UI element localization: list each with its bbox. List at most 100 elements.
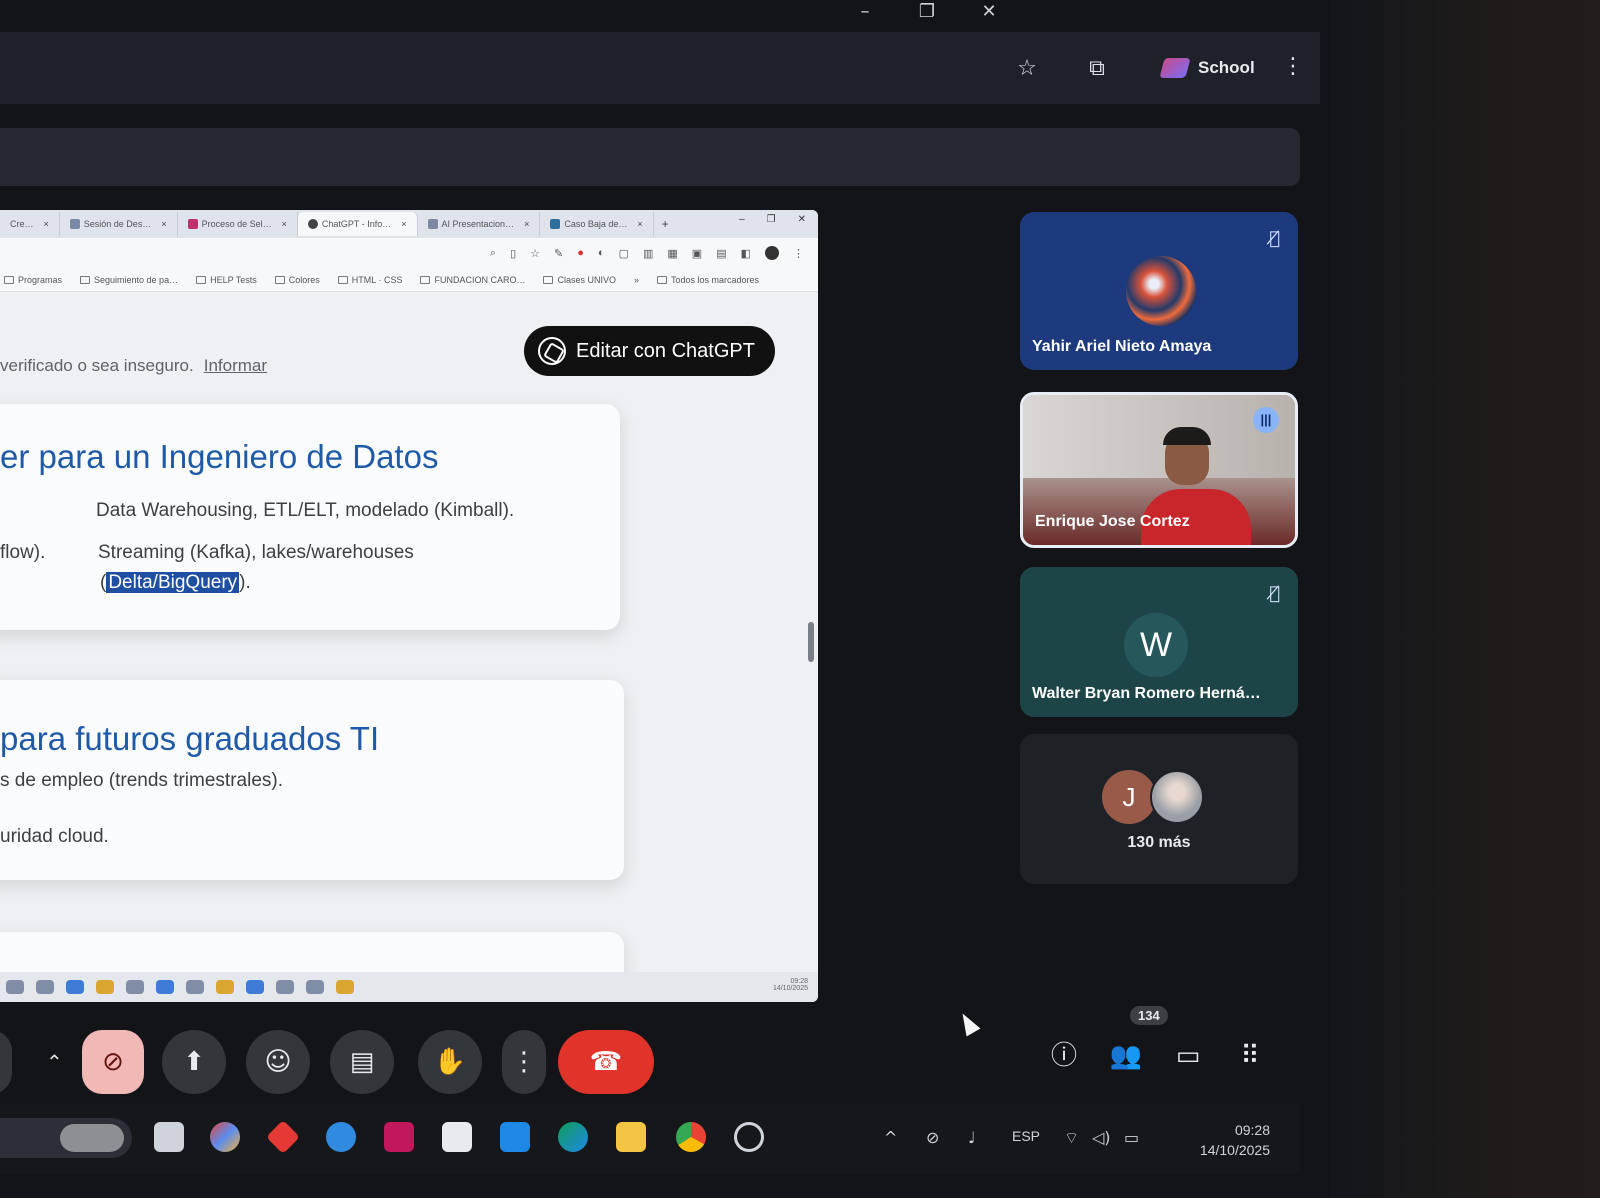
language-indicator[interactable]: ESP [1012,1128,1040,1144]
mic-button[interactable] [0,1030,12,1094]
close-button[interactable]: ✕ [958,0,1020,24]
bookmark-item: Todos los marcadores [657,275,759,285]
avatar: W [1124,613,1188,677]
more-participants-tile[interactable]: J 130 más [1020,734,1298,884]
shared-tab: Caso Baja de… × [540,212,654,236]
star-icon: ☆ [530,247,541,260]
adblock-icon: ● [577,247,584,259]
shared-tab: AI Presentacion… × [418,212,541,236]
chevron-up-icon[interactable]: ⌃ [46,1034,76,1090]
extension-icon: ◐ [597,247,605,259]
mic-off-icon: 🎙̸ [1269,228,1280,249]
warning-text: verificado o sea inseguro. Informar [0,356,268,375]
rocket-avatar-icon [1126,256,1196,326]
reactions-button[interactable]: ☺ [246,1030,310,1094]
speaking-indicator-icon: ||| [1253,407,1279,433]
app-icon[interactable] [734,1122,764,1152]
edge-icon[interactable] [558,1122,588,1152]
chrome-icon[interactable] [676,1122,706,1152]
people-icon[interactable]: 👥 [1104,1034,1148,1078]
task-view-icon[interactable] [154,1122,184,1152]
app-icon[interactable] [266,1120,300,1154]
participant-tile[interactable]: 🎙̸ Yahir Ariel Nieto Amaya [1020,212,1298,370]
browser-icon[interactable] [326,1122,356,1152]
app-icon[interactable] [384,1122,414,1152]
card-heading: er para un Ingeniero de Datos [0,438,439,475]
shared-clock: 09:28 14/10/2025 [772,978,808,992]
shared-taskbar: 09:28 14/10/2025 [0,972,818,1002]
avatar-photo [1150,770,1204,824]
meeting-info-icon[interactable]: ⓘ [1042,1034,1086,1078]
participant-tile-active[interactable]: ||| Enrique Jose Cortez [1020,392,1298,548]
store-icon[interactable] [442,1122,472,1152]
bookmarks-overflow: » [634,274,640,285]
taskbar-search[interactable] [0,1118,132,1158]
extension-icon: ▥ [642,247,654,260]
shared-page-content: verificado o sea inseguro. Informar Edita… [0,292,818,992]
extensions-icon[interactable]: ⧉ [1082,54,1112,84]
battery-icon[interactable]: ▭ [1124,1128,1139,1147]
file-explorer-icon[interactable] [616,1122,646,1152]
tray-expand-icon[interactable]: ^ [884,1128,897,1147]
mic-off-icon: 🎙̸ [1269,583,1280,604]
shared-tab-active: ChatGPT - Info… × [297,212,418,236]
menu-icon: ⋮ [793,247,804,260]
minimize-button[interactable]: – [834,0,896,24]
bookmark-star-icon[interactable]: ☆ [1012,54,1042,84]
present-button[interactable]: ⬆ [162,1030,226,1094]
bookmarks-bar: Programas Seguimiento de pa… HELP Tests … [0,268,818,292]
page-icon: ▯ [510,247,517,260]
meeting-header-bar [0,128,1300,186]
participant-tile[interactable]: W 🎙̸ Walter Bryan Romero Herná… [1020,567,1298,717]
shared-tab-strip: Cre… × Sesión de Des… × Proceso de Sel… × C… [0,210,818,238]
activities-icon[interactable]: ⠿ [1228,1034,1272,1078]
more-options-button[interactable]: ⋮ [502,1030,546,1094]
bookmark-item: HTML · CSS [337,275,402,285]
card-text: s de empleo (trends trimestrales). [0,770,283,791]
bookmark-item: Seguimiento de pa… [80,275,178,285]
card-text: Streaming (Kafka), lakes/warehouses [98,542,414,563]
captions-button[interactable]: ▤ [330,1030,394,1094]
raise-hand-button[interactable]: ✋ [418,1030,482,1094]
card-text: (Delta/BigQuery). [100,572,251,593]
content-card: er para un Ingeniero de Datos Data Wareh… [0,404,620,630]
card-heading: para futuros graduados TI [0,720,380,757]
extension-icon: ▢ [618,247,629,260]
more-vert-icon: ⋮ [511,1047,537,1077]
edit-with-chatgpt-button: Editar con ChatGPT [524,326,775,376]
more-count: 130 más [1127,834,1191,851]
bookmark-item: Colores [274,275,320,285]
copilot-icon[interactable] [210,1122,240,1152]
extension-icon: ▣ [691,247,703,260]
notifications-off-icon[interactable]: ⊘ [926,1128,939,1147]
browser-menu-icon[interactable]: ⋮ [1282,54,1304,79]
profile-label: School [1198,58,1255,77]
extension-icon: ✎ [554,247,564,260]
extension-icon: ▤ [716,247,727,260]
profile-chip[interactable]: School [1148,50,1269,86]
participant-name: Walter Bryan Romero Herná… [1032,685,1261,702]
new-tab-icon: + [661,217,669,231]
mic-icon[interactable]: ♩ [968,1128,976,1147]
os-taskbar: ^ ⊘ ♩ ESP ⌔ ◁) ▭ 09:28 14/10/2025 [0,1104,1300,1174]
chat-icon[interactable]: ▭ [1166,1034,1210,1078]
taskbar-clock[interactable]: 09:28 14/10/2025 [1188,1120,1270,1160]
card-text: Data Warehousing, ETL/ELT, modelado (Kim… [96,500,515,521]
wifi-icon[interactable]: ⌔ [1064,1128,1079,1148]
avatar [765,246,779,260]
maximize-button[interactable]: ❐ [896,0,958,24]
chatgpt-logo-icon [538,337,566,365]
room-background [1330,0,1600,1198]
captions-icon: ▤ [349,1047,375,1077]
browser-toolbar: ☆ ⧉ School ⋮ [0,32,1320,104]
zoom-icon: ⌕ [489,246,497,259]
card-text: uridad cloud. [0,826,109,847]
outlook-icon[interactable] [500,1122,530,1152]
camera-off-icon: ⊘ [102,1047,124,1077]
end-call-button[interactable]: ☎ [558,1030,654,1094]
volume-icon[interactable]: ◁) [1092,1128,1111,1147]
content-card: para futuros graduados TI s de empleo (t… [0,680,624,880]
bookmark-item: HELP Tests [196,275,257,285]
participant-name: Enrique Jose Cortez [1035,513,1190,530]
camera-toggle-button[interactable]: ⊘ [82,1030,144,1094]
